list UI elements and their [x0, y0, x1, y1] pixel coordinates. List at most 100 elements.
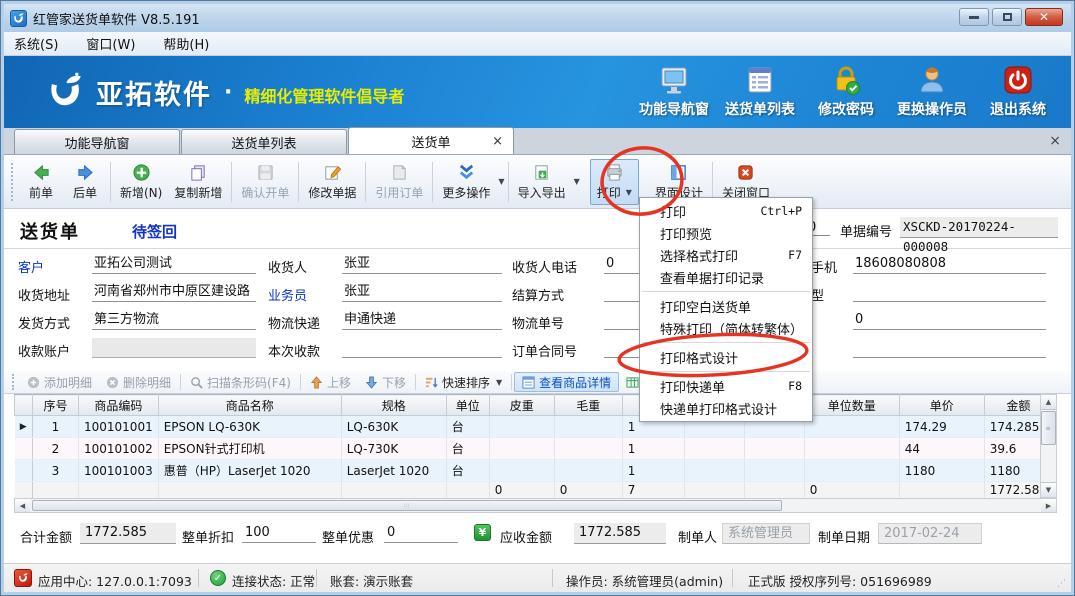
discount-input[interactable]: 100 — [242, 523, 316, 543]
print-caret-icon[interactable]: ▼ — [626, 188, 632, 197]
form-field[interactable]: 申通快递 — [342, 310, 502, 330]
table-cell[interactable] — [744, 438, 804, 460]
table-cell[interactable]: 2 — [33, 438, 79, 460]
tabstrip-close-icon[interactable]: × — [1049, 133, 1061, 149]
table-cell[interactable]: 1180 — [899, 460, 984, 482]
menu-system[interactable]: 系统(S) — [14, 34, 58, 53]
modify-button[interactable]: 修改单据 — [302, 160, 362, 204]
table-cell[interactable]: 100101002 — [79, 438, 159, 460]
form-field[interactable]: 18608080808 — [853, 254, 1046, 274]
horizontal-scrollbar[interactable]: ◀ ::: ▶ — [14, 498, 1057, 513]
quick-sort-caret-icon[interactable]: ▼ — [496, 378, 502, 387]
form-field[interactable] — [853, 282, 1046, 302]
form-field[interactable]: 张亚 — [342, 282, 502, 302]
table-cell[interactable] — [489, 438, 554, 460]
menu-help[interactable]: 帮助(H) — [163, 34, 209, 53]
maximize-button[interactable] — [992, 8, 1022, 26]
column-header-4[interactable]: 单位 — [446, 395, 489, 416]
table-cell[interactable]: 台 — [446, 438, 489, 460]
table-cell[interactable]: EPSON针式打印机 — [158, 438, 341, 460]
print-menu-item-2[interactable]: 选择格式打印F7 — [640, 244, 812, 266]
table-row[interactable]: 3100101003惠普（HP）LaserJet 1020LaserJet 10… — [15, 460, 1053, 482]
table-cell[interactable]: 台 — [446, 416, 489, 438]
table-row[interactable]: 2100101002EPSON针式打印机LQ-730K台14439.6 — [15, 438, 1053, 460]
table-cell[interactable] — [804, 460, 899, 482]
more-actions-button[interactable]: 更多操作 — [436, 160, 496, 204]
view-product-detail-button[interactable]: 查看商品详情 — [514, 372, 619, 392]
print-button[interactable]: 打印▼ — [590, 159, 639, 205]
table-cell[interactable]: EPSON LQ-630K — [158, 416, 341, 438]
form-field[interactable]: 0 — [853, 310, 1046, 330]
table-cell[interactable] — [554, 460, 622, 482]
table-cell[interactable]: 1 — [622, 438, 684, 460]
table-cell[interactable]: LQ-630K — [341, 416, 446, 438]
form-label[interactable]: 业务员 — [268, 285, 307, 304]
vscroll-thumb[interactable]: ≡ — [1041, 411, 1056, 445]
minimize-button[interactable] — [959, 8, 989, 26]
table-row[interactable]: ▶1100101001EPSON LQ-630KLQ-630K台1174.291… — [15, 416, 1053, 438]
scroll-up-icon[interactable]: ▲ — [1041, 395, 1056, 410]
close-button[interactable]: ✕ — [1025, 8, 1063, 26]
table-cell[interactable]: LaserJet 1020 — [341, 460, 446, 482]
form-field[interactable]: 第三方物流 — [92, 310, 256, 330]
banner-switch-operator-button[interactable]: 更换操作员 — [889, 64, 975, 119]
next-doc-button[interactable]: 后单 — [63, 160, 107, 204]
table-cell[interactable]: 3 — [33, 460, 79, 482]
table-cell[interactable]: 1 — [622, 460, 684, 482]
banner-change-password-button[interactable]: 修改密码 — [803, 64, 889, 119]
new-button[interactable]: 新增(N) — [114, 160, 168, 204]
column-header-10[interactable]: 单位数量 — [804, 395, 899, 416]
form-field[interactable]: 张亚 — [342, 254, 502, 274]
column-header-2[interactable]: 商品名称 — [158, 395, 341, 416]
column-header-11[interactable]: 单价 — [899, 395, 984, 416]
table-cell[interactable]: 100101003 — [79, 460, 159, 482]
vertical-scrollbar[interactable]: ▲ ≡ ▼ — [1040, 394, 1057, 498]
table-cell[interactable] — [804, 438, 899, 460]
table-cell[interactable]: LQ-730K — [341, 438, 446, 460]
table-cell[interactable] — [554, 438, 622, 460]
form-field[interactable] — [92, 338, 256, 358]
print-menu-item-8[interactable]: 打印格式设计 — [640, 346, 812, 368]
table-cell[interactable]: 44 — [899, 438, 984, 460]
import-export-button[interactable]: 导入导出 — [512, 160, 572, 204]
print-menu-item-6[interactable]: 特殊打印（简体转繁体） — [640, 317, 812, 339]
resize-grip[interactable]: ⋰ — [1057, 579, 1067, 589]
form-field[interactable]: 河南省郑州市中原区建设路 — [92, 282, 256, 302]
print-menu-item-3[interactable]: 查看单据打印记录 — [640, 266, 812, 288]
print-menu-item-5[interactable]: 打印空白送货单 — [640, 295, 812, 317]
table-cell[interactable]: 惠普（HP）LaserJet 1020 — [158, 460, 341, 482]
table-cell[interactable] — [804, 416, 899, 438]
scroll-left-icon[interactable]: ◀ — [15, 499, 30, 512]
import-export-caret-icon[interactable]: ▼ — [574, 177, 580, 186]
table-cell[interactable]: 台 — [446, 460, 489, 482]
column-header-1[interactable]: 商品编码 — [79, 395, 159, 416]
table-cell[interactable] — [489, 460, 554, 482]
table-cell[interactable] — [684, 438, 744, 460]
quick-sort-button[interactable]: 快速排序 ▼ — [418, 374, 509, 391]
form-field[interactable] — [342, 338, 502, 358]
tab-delivery-order[interactable]: 送货单 × — [348, 127, 514, 154]
table-cell[interactable]: 1 — [33, 416, 79, 438]
table-cell[interactable] — [744, 460, 804, 482]
column-header-0[interactable]: 序号 — [33, 395, 79, 416]
form-label[interactable]: 客户 — [18, 257, 44, 276]
scroll-right-icon[interactable]: ▶ — [1041, 499, 1056, 512]
form-field[interactable]: 亚拓公司测试 — [92, 254, 256, 274]
banner-order-list-button[interactable]: 修改密码 送货单列表 — [717, 64, 803, 119]
more-actions-caret-icon[interactable]: ▼ — [498, 177, 504, 186]
print-menu-item-1[interactable]: 打印预览 — [640, 222, 812, 244]
table-cell[interactable] — [489, 416, 554, 438]
prev-doc-button[interactable]: 前单 — [19, 160, 63, 204]
banner-exit-button[interactable]: 退出系统 — [975, 64, 1061, 119]
print-menu-item-0[interactable]: 打印Ctrl+P — [640, 200, 812, 222]
column-header-3[interactable]: 规格 — [341, 395, 446, 416]
form-field[interactable] — [853, 338, 1046, 358]
promo-input[interactable]: 0 — [384, 523, 458, 543]
table-cell[interactable]: 100101001 — [79, 416, 159, 438]
print-menu-item-10[interactable]: 打印快递单F8 — [640, 375, 812, 397]
column-header-5[interactable]: 皮重 — [489, 395, 554, 416]
banner-nav-window-button[interactable]: 功能导航窗 — [631, 64, 717, 119]
tab-nav-window[interactable]: 功能导航窗 — [14, 129, 180, 154]
print-menu-item-11[interactable]: 快递单打印格式设计 — [640, 397, 812, 419]
table-cell[interactable] — [554, 416, 622, 438]
